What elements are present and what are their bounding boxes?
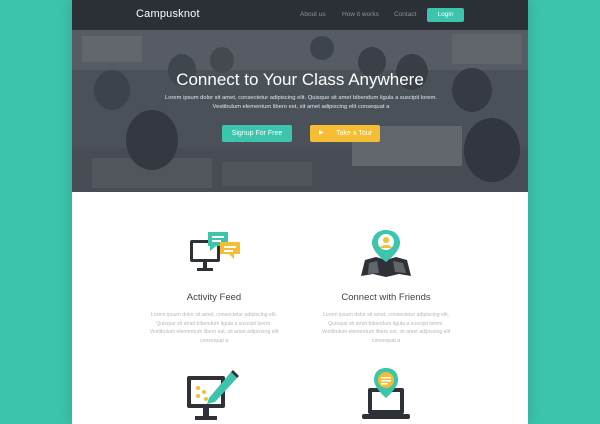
- feature-description-activity-feed: Lorem ipsum dolor sit amet, consectetur …: [149, 312, 279, 344]
- nav-link-how-it-works[interactable]: How it works: [342, 11, 379, 18]
- laptop-pin-icon: [362, 368, 410, 419]
- landing-page: Campusknot About us How it works Contact…: [72, 0, 528, 424]
- login-button[interactable]: Login: [427, 8, 464, 22]
- signup-button[interactable]: Signup For Free: [222, 125, 292, 142]
- take-tour-button[interactable]: ▶ Take a Tour: [310, 125, 380, 142]
- feature-description-connect-with-friends: Lorem ipsum dolor sit amet, consectetur …: [321, 312, 451, 344]
- navbar: Campusknot About us How it works Contact…: [72, 0, 528, 30]
- hero-section: Connect to Your Class Anywhere Lorem ips…: [72, 30, 528, 192]
- nav-link-contact[interactable]: Contact: [394, 11, 416, 18]
- feature-title-connect-with-friends: Connect with Friends: [341, 292, 431, 303]
- map-pin-user-icon: [361, 230, 411, 277]
- play-icon: ▶: [319, 130, 324, 136]
- hero-title: Connect to Your Class Anywhere: [176, 70, 424, 89]
- hero-description: Lorem ipsum dolor sit amet, consectetur …: [165, 95, 437, 110]
- monitor-pencil-icon: [187, 370, 239, 420]
- nav-link-about[interactable]: About us: [300, 11, 326, 18]
- feature-title-activity-feed: Activity Feed: [186, 292, 242, 303]
- monitor-chat-icon: [190, 232, 240, 271]
- brand-logo[interactable]: Campusknot: [136, 8, 200, 20]
- take-tour-label: Take a Tour: [336, 130, 373, 137]
